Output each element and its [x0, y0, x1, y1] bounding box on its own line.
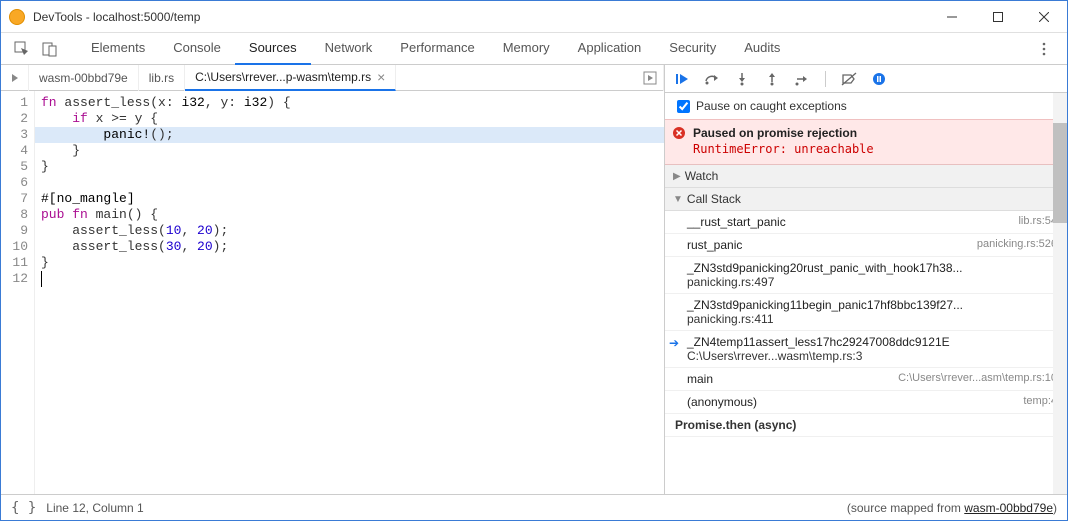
current-frame-icon: ➔: [669, 336, 679, 350]
step-into-icon[interactable]: [733, 70, 751, 88]
panel-tab-sources[interactable]: Sources: [235, 33, 311, 65]
call-stack: __rust_start_paniclib.rs:54rust_panicpan…: [665, 211, 1067, 494]
source-line: fn assert_less(x: i32, y: i32) {: [41, 95, 664, 111]
deactivate-breakpoints-icon[interactable]: [840, 70, 858, 88]
device-toggle-icon[interactable]: [37, 36, 63, 62]
pause-on-caught-label: Pause on caught exceptions: [696, 99, 847, 113]
source-line: if x >= y {: [41, 111, 664, 127]
navigator-toggle-icon[interactable]: [1, 65, 29, 91]
source-map-link[interactable]: wasm-00bbd79e: [964, 501, 1053, 515]
titlebar: DevTools - localhost:5000/temp: [1, 1, 1067, 33]
pretty-print-icon[interactable]: { }: [11, 500, 36, 516]
scrollbar[interactable]: [1053, 93, 1067, 494]
chevron-down-icon: ▼: [673, 194, 683, 205]
panel-tab-elements[interactable]: Elements: [77, 33, 159, 65]
panel-tab-application[interactable]: Application: [564, 33, 656, 65]
pause-on-caught-row: Pause on caught exceptions: [665, 93, 1067, 120]
paused-error: RuntimeError: unreachable: [693, 142, 1055, 156]
resume-icon[interactable]: [673, 70, 691, 88]
panel-tabs: ElementsConsoleSourcesNetworkPerformance…: [1, 33, 1067, 65]
more-icon[interactable]: [1031, 36, 1057, 62]
close-tab-icon[interactable]: ×: [377, 64, 385, 90]
paused-title: Paused on promise rejection: [693, 126, 1055, 140]
step-icon[interactable]: [793, 70, 811, 88]
panel-tab-audits[interactable]: Audits: [730, 33, 794, 65]
callstack-header[interactable]: ▼ Call Stack: [665, 188, 1067, 211]
file-tab[interactable]: lib.rs: [139, 65, 185, 91]
source-line: }: [41, 255, 664, 271]
error-icon: [673, 127, 685, 139]
stack-frame[interactable]: (anonymous)temp:4: [665, 391, 1067, 414]
stack-frame[interactable]: rust_panicpanicking.rs:526: [665, 234, 1067, 257]
minimize-button[interactable]: [929, 1, 975, 32]
inspect-icon[interactable]: [9, 36, 35, 62]
panel-tab-console[interactable]: Console: [159, 33, 235, 65]
stack-frame[interactable]: mainC:\Users\rrever...asm\temp.rs:10: [665, 368, 1067, 391]
source-line: [41, 175, 664, 191]
window-title: DevTools - localhost:5000/temp: [33, 10, 929, 24]
cursor-position: Line 12, Column 1: [46, 501, 143, 515]
source-line: }: [41, 159, 664, 175]
stack-frame[interactable]: _ZN3std9panicking20rust_panic_with_hook1…: [665, 257, 1067, 279]
status-bar: { } Line 12, Column 1 (source mapped fro…: [1, 494, 1067, 520]
pause-on-caught-checkbox[interactable]: [677, 100, 690, 113]
panel-tab-memory[interactable]: Memory: [489, 33, 564, 65]
source-line: #[no_mangle]: [41, 191, 664, 207]
source-line: panic!();: [35, 127, 664, 143]
async-boundary: Promise.then (async): [665, 414, 1067, 437]
source-mapped-label: (source mapped from wasm-00bbd79e): [847, 501, 1057, 515]
step-over-icon[interactable]: [703, 70, 721, 88]
source-line: pub fn main() {: [41, 207, 664, 223]
source-line: assert_less(10, 20);: [41, 223, 664, 239]
file-tab[interactable]: C:\Users\rrever...p-wasm\temp.rs×: [185, 65, 396, 91]
file-tab[interactable]: wasm-00bbd79e: [29, 65, 139, 91]
panel-tab-performance[interactable]: Performance: [386, 33, 488, 65]
paused-banner: Paused on promise rejection RuntimeError…: [665, 120, 1067, 165]
run-snippet-icon[interactable]: [636, 65, 664, 91]
maximize-button[interactable]: [975, 1, 1021, 32]
source-line: [41, 271, 664, 287]
file-tabs: wasm-00bbd79elib.rsC:\Users\rrever...p-w…: [1, 65, 664, 91]
chevron-right-icon: ▶: [673, 171, 681, 182]
pause-on-exceptions-icon[interactable]: [870, 70, 888, 88]
stack-frame[interactable]: ➔_ZN4temp11assert_less17hc29247008ddc912…: [665, 331, 1067, 353]
source-line: }: [41, 143, 664, 159]
step-out-icon[interactable]: [763, 70, 781, 88]
watch-header[interactable]: ▶ Watch: [665, 165, 1067, 188]
close-button[interactable]: [1021, 1, 1067, 32]
panel-tab-network[interactable]: Network: [311, 33, 387, 65]
stack-frame[interactable]: __rust_start_paniclib.rs:54: [665, 211, 1067, 234]
panel-tab-security[interactable]: Security: [655, 33, 730, 65]
stack-frame[interactable]: _ZN3std9panicking11begin_panic17hf8bbc13…: [665, 294, 1067, 316]
source-editor[interactable]: 123456789101112 fn assert_less(x: i32, y…: [1, 91, 664, 494]
app-icon: [9, 9, 25, 25]
source-line: assert_less(30, 20);: [41, 239, 664, 255]
debugger-toolbar: [665, 65, 1067, 93]
